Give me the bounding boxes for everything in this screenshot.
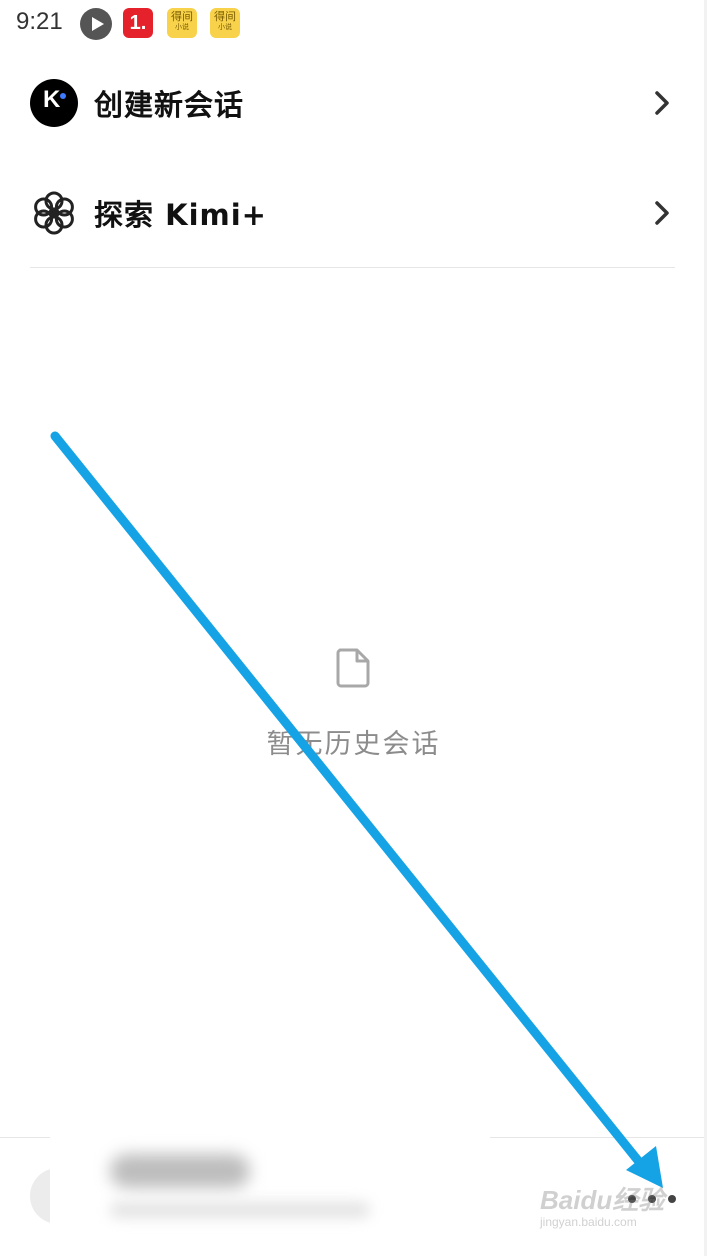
novel-app-title: 得间 [171, 10, 193, 23]
new-chat-item[interactable]: K 创建新会话 [30, 68, 675, 138]
app-1-icon: 1. [123, 8, 153, 38]
novel-app-icon: 得间 小说 [210, 8, 240, 38]
explore-kimi-plus-item[interactable]: 探索 Kimi+ [30, 178, 675, 248]
blurred-user-info [50, 1130, 490, 1256]
watermark-sub: jingyan.baidu.com [540, 1215, 637, 1229]
divider [30, 267, 675, 268]
watermark-main: Baidu经验 [540, 1185, 665, 1215]
flower-icon [34, 191, 74, 235]
kimi-logo-icon: K [30, 79, 78, 127]
document-icon [336, 648, 370, 688]
novel-app-sub: 小说 [175, 23, 189, 31]
watermark: Baidu经验 jingyan.baidu.com [540, 1180, 707, 1250]
novel-app-icon: 得间 小说 [167, 8, 197, 38]
novel-app-title: 得间 [214, 10, 236, 23]
new-chat-label: 创建新会话 [94, 88, 245, 122]
explore-label: 探索 Kimi+ [94, 198, 267, 232]
empty-state-text: 暂无历史会话 [266, 729, 441, 760]
chevron-right-icon [655, 91, 669, 115]
play-icon [80, 8, 112, 40]
status-bar: 9:21 1. 得间 小说 得间 小说 [0, 0, 707, 48]
status-time: 9:21 [16, 8, 63, 35]
chevron-right-icon [655, 201, 669, 225]
novel-app-sub: 小说 [218, 23, 232, 31]
